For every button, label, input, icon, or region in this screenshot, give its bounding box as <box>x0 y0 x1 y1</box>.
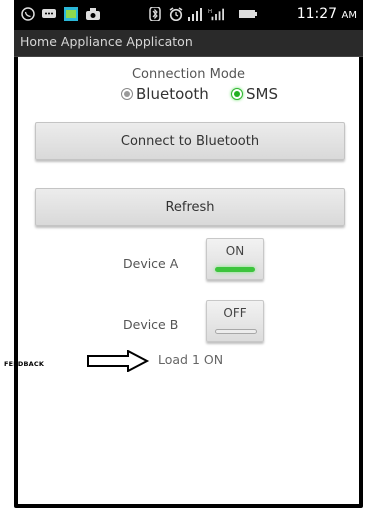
connection-mode-label: Connection Mode <box>131 67 246 82</box>
image-icon <box>64 7 78 21</box>
clock-ampm: AM <box>341 10 357 21</box>
connection-mode-radio-group: Bluetooth SMS <box>18 84 359 104</box>
device-b-label: Device B <box>123 317 179 332</box>
battery-icon <box>239 10 257 18</box>
radio-sms-indicator <box>231 88 243 100</box>
clock-time: 11:27 <box>296 6 338 22</box>
arrow-right-icon <box>87 350 150 372</box>
device-b-toggle-indicator <box>215 329 257 334</box>
signal-icon <box>188 8 202 21</box>
title-bar: Home Appliance Applicaton <box>14 30 363 57</box>
app-title: Home Appliance Applicaton <box>20 34 193 49</box>
radio-bluetooth-label: Bluetooth <box>136 85 209 103</box>
svg-text:H: H <box>208 9 212 15</box>
signal-icon-2: H <box>208 8 224 21</box>
alarm-icon <box>169 7 183 21</box>
device-a-toggle[interactable]: ON <box>206 238 264 280</box>
radio-bluetooth-indicator <box>121 88 133 100</box>
feedback-text: Load 1 ON <box>158 352 224 367</box>
bluetooth-icon <box>149 7 161 21</box>
device-b-toggle-text: OFF <box>223 306 247 320</box>
main-content: Connection Mode Bluetooth SMS Connect to… <box>18 57 359 504</box>
chat-icon <box>42 9 56 18</box>
whatsapp-icon <box>21 7 35 21</box>
radio-sms[interactable]: SMS <box>231 84 278 104</box>
device-b-toggle[interactable]: OFF <box>206 300 264 342</box>
camera-icon <box>86 8 100 20</box>
device-a-toggle-indicator <box>215 267 255 272</box>
status-bar: H 11:27 AM <box>14 0 363 30</box>
refresh-button[interactable]: Refresh <box>35 188 345 226</box>
phone-screen: H 11:27 AM Home Appliance Applicaton Con… <box>14 0 363 508</box>
device-a-label: Device A <box>123 256 179 271</box>
feedback-annotation: FEEDBACK <box>4 360 45 368</box>
radio-sms-label: SMS <box>246 85 278 103</box>
connect-bluetooth-button[interactable]: Connect to Bluetooth <box>35 122 345 160</box>
device-a-toggle-text: ON <box>225 244 245 258</box>
radio-bluetooth[interactable]: Bluetooth <box>121 84 209 104</box>
status-clock: 11:27 AM <box>297 6 357 22</box>
